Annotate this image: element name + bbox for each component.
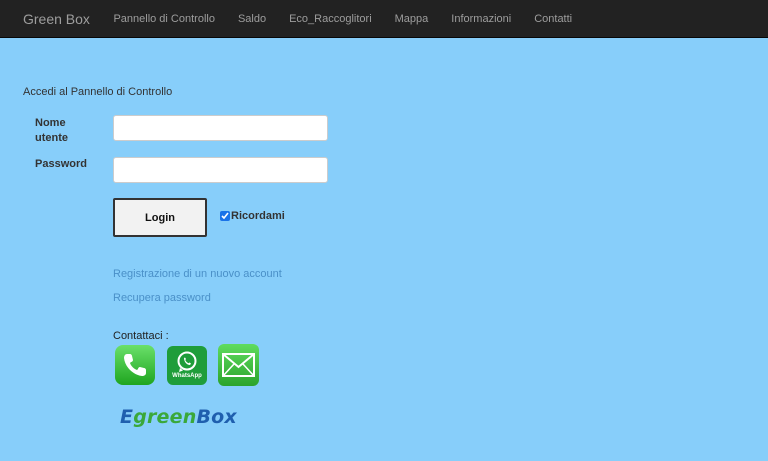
whatsapp-text: WhatsApp	[172, 373, 202, 379]
logo-part-green: green	[133, 406, 197, 428]
nav-link-mappa[interactable]: Mappa	[383, 13, 440, 25]
remember-me[interactable]: Ricordami	[220, 210, 285, 222]
password-label: Password	[35, 158, 87, 170]
nav-link-eco-raccoglitori[interactable]: Eco_Raccoglitori	[278, 13, 384, 25]
username-label: Nome utente	[35, 117, 68, 144]
phone-icon[interactable]	[115, 345, 155, 385]
brand-link[interactable]: Green Box	[23, 11, 90, 27]
login-button[interactable]: Login	[113, 198, 207, 237]
mail-icon[interactable]	[218, 344, 259, 386]
nav-link-saldo[interactable]: Saldo	[226, 13, 277, 25]
nav-link-pannello[interactable]: Pannello di Controllo	[102, 13, 227, 25]
recover-password-link[interactable]: Recupera password	[113, 292, 211, 304]
remember-checkbox[interactable]	[220, 211, 230, 221]
login-intro: Accedi al Pannello di Controllo	[23, 86, 173, 98]
egreenbox-logo: EgreenBox	[120, 406, 237, 428]
remember-label: Ricordami	[231, 210, 285, 222]
nav-link-contatti[interactable]: Contatti	[523, 13, 584, 25]
logo-part-box: Box	[196, 406, 237, 428]
whatsapp-icon[interactable]: WhatsApp	[167, 346, 207, 385]
register-link[interactable]: Registrazione di un nuovo account	[113, 268, 282, 280]
username-input[interactable]	[113, 115, 328, 141]
password-input[interactable]	[113, 157, 328, 183]
logo-part-e: E	[120, 406, 134, 428]
nav-link-informazioni[interactable]: Informazioni	[440, 13, 523, 25]
contact-label: Contattaci :	[113, 330, 169, 342]
navbar: Green Box Pannello di Controllo Saldo Ec…	[0, 0, 768, 38]
